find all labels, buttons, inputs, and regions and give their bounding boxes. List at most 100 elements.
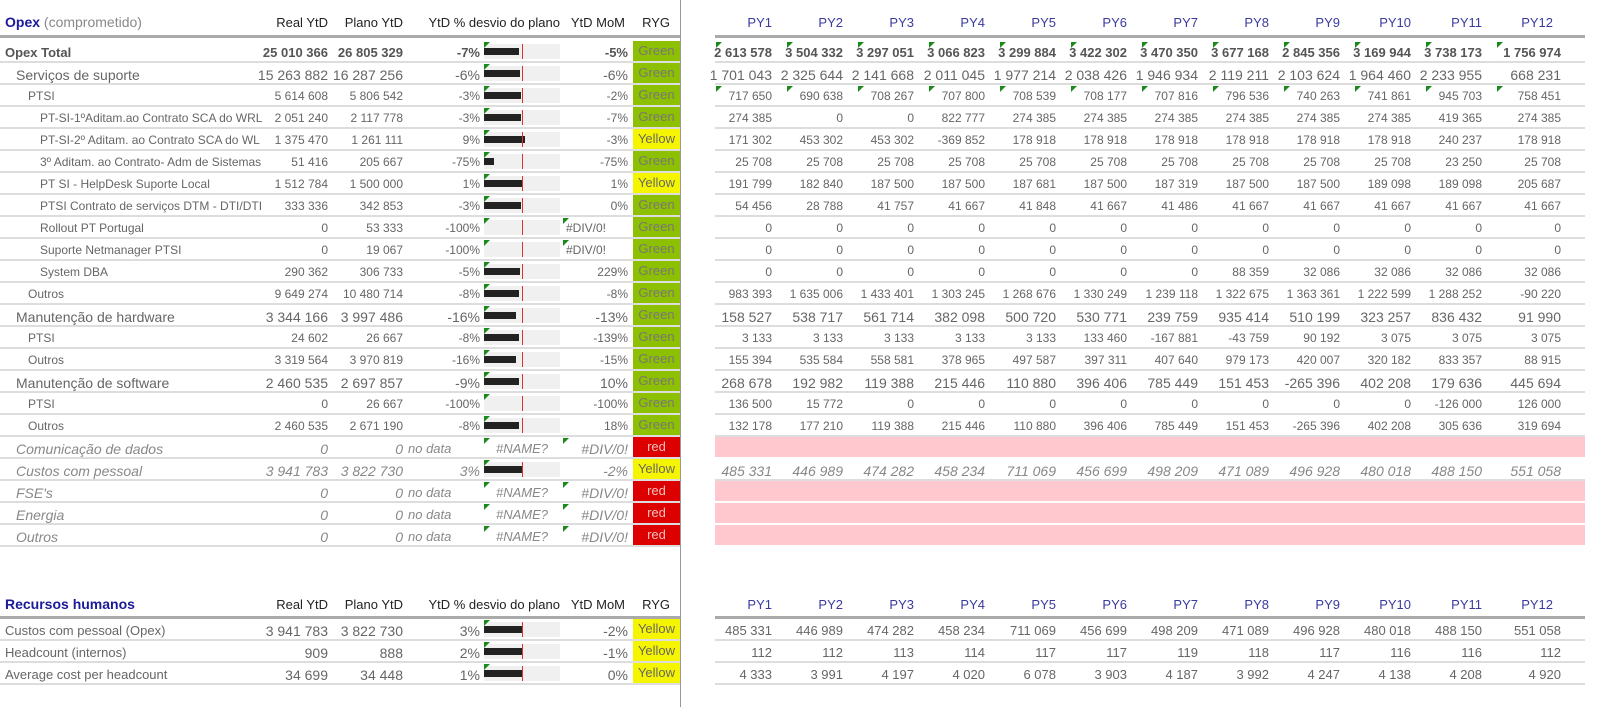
comment-marker	[858, 42, 864, 48]
ryg-status-badge: Yellow	[633, 641, 680, 661]
py12-value: 3 075	[1530, 331, 1561, 345]
desvio-percent: -9%	[455, 375, 480, 391]
desvio-percent: -8%	[458, 287, 480, 301]
py1-value: 485 331	[725, 623, 772, 638]
real-ytd-value: 0	[320, 529, 328, 545]
plano-ytd-value: 34 448	[360, 667, 403, 683]
header-desvio: YtD % desvio do plano	[428, 15, 560, 30]
plan-target-line	[522, 418, 523, 433]
py12-value: 25 708	[1524, 155, 1561, 169]
py4-value: 1 303 245	[931, 287, 985, 301]
plan-target-line	[522, 242, 523, 257]
comment-marker	[484, 350, 490, 356]
py9-value: 187 500	[1296, 177, 1340, 191]
py9-value: 274 385	[1296, 111, 1340, 125]
real-ytd-value: 3 941 783	[265, 623, 328, 639]
mom-value: -8%	[606, 287, 628, 301]
empty-py-band	[715, 437, 1585, 457]
ryg-status-badge: Green	[633, 393, 680, 413]
row-label: Custos com pessoal	[16, 463, 143, 479]
deviation-bar	[484, 198, 560, 213]
desvio-percent: -8%	[458, 331, 480, 345]
comment-marker	[484, 394, 490, 400]
deviation-bar-fill	[484, 290, 519, 297]
py7-value: 3 470 350	[1140, 45, 1198, 60]
py4-value: 0	[978, 397, 985, 411]
comment-marker	[484, 240, 490, 246]
mom-value: #DIV/0!	[581, 441, 628, 457]
table-row: PT-SI-1ºAditam.ao Contrato SCA do WRL 2 0…	[0, 107, 1600, 129]
plano-ytd-value: 2 671 190	[349, 419, 403, 433]
py3-value: 119 388	[864, 375, 914, 391]
row-label: Outros	[28, 353, 65, 367]
table-row: FSE's 0 0 no data #NAME? #DIV/0! red	[0, 481, 1600, 503]
py5-value: 1 268 676	[1002, 287, 1056, 301]
py10-value: 402 208	[1367, 419, 1411, 433]
row-label: Comunicação de dados	[16, 441, 164, 457]
py10-value: 480 018	[1364, 623, 1411, 638]
py3-value: 187 500	[870, 177, 914, 191]
real-ytd-value: 2 460 535	[274, 419, 328, 433]
ryg-status-badge: Green	[633, 107, 680, 127]
py11-value: 836 432	[1431, 309, 1482, 325]
py3-value: 119 388	[871, 419, 915, 433]
py2-value: 453 302	[799, 133, 843, 147]
py2-value: 25 708	[806, 155, 843, 169]
real-ytd-value: 15 263 882	[257, 67, 328, 83]
table-row: PTSI Contrato de serviços DTM - DTI/DTI 3…	[0, 195, 1600, 217]
py4-value: -369 852	[937, 133, 985, 147]
row-label: Outros	[28, 287, 65, 301]
deviation-bar	[484, 308, 560, 323]
plano-ytd-value: 888	[379, 645, 403, 661]
mom-value: 1%	[610, 177, 628, 191]
real-ytd-value: 34 699	[285, 667, 328, 683]
row-label: Rollout PT Portugal	[40, 221, 144, 235]
table-row: Custos com pessoal (Opex) 3 941 783 3 822 …	[0, 619, 1600, 641]
header-desvio: YtD % desvio do plano	[428, 597, 560, 612]
plano-ytd-value: 5 806 542	[349, 89, 403, 103]
deviation-bar-fill	[484, 312, 516, 319]
py11-value: 32 086	[1445, 265, 1482, 279]
plano-ytd-value: 0	[395, 485, 403, 501]
row-label: PTSI Contrato de serviços DTM - DTI/DTI	[40, 199, 263, 213]
py1-value: 191 799	[728, 177, 772, 191]
header-real-ytd: Real YtD	[276, 15, 328, 30]
py2-value: 0	[836, 265, 843, 279]
plano-ytd-value: 0	[395, 441, 403, 457]
table-row: Custos com pessoal 3 941 783 3 822 730 3% -2…	[0, 459, 1600, 481]
comment-marker	[858, 86, 864, 92]
py11-value: 488 150	[1431, 463, 1482, 479]
comment-marker	[484, 328, 490, 334]
bar-error: #NAME?	[495, 441, 548, 456]
desvio-percent: -16%	[451, 353, 480, 367]
mom-value: #DIV/0!	[566, 221, 607, 235]
table-row: System DBA 290 362 306 733 -5% 229% Green 0 0 0 0…	[0, 261, 1600, 283]
deviation-bar-fill	[484, 136, 526, 143]
desvio-percent: -6%	[455, 67, 480, 83]
deviation-bar-fill	[484, 114, 521, 121]
deviation-bar-fill	[484, 466, 524, 473]
comment-marker	[484, 620, 490, 626]
py1-value: 0	[765, 265, 772, 279]
deviation-bar	[484, 220, 560, 235]
comment-marker	[484, 438, 490, 444]
mom-value: 0%	[607, 667, 628, 683]
table-row: Average cost per headcount 34 699 34 448 1%…	[0, 663, 1600, 685]
ryg-status-badge: Green	[633, 305, 680, 325]
desvio-percent: 2%	[459, 645, 480, 661]
deviation-bar	[484, 352, 560, 367]
py11-value: 0	[1475, 243, 1482, 257]
py9-value: -265 396	[1292, 419, 1340, 433]
py10-value: 741 861	[1367, 89, 1411, 103]
py10-value: 320 182	[1367, 353, 1411, 367]
header-plano-ytd: Plano YtD	[344, 15, 403, 30]
mom-value: -15%	[599, 353, 628, 367]
deviation-bar	[484, 418, 560, 433]
comment-marker	[484, 196, 490, 202]
row-label: Serviços de suporte	[16, 67, 140, 83]
py7-value: 707 816	[1154, 89, 1198, 103]
comment-marker	[484, 416, 490, 422]
ryg-status-badge: red	[633, 503, 680, 523]
desvio-percent: 3%	[459, 463, 480, 479]
py6-value: 1 330 249	[1073, 287, 1127, 301]
